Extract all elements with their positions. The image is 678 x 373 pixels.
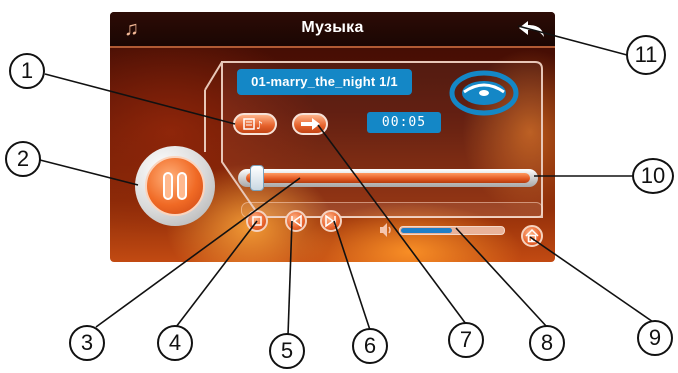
callout-leader-lines: [39, 25, 657, 336]
callout-8: 8: [529, 325, 565, 361]
callout-10: 10: [632, 158, 674, 194]
callout-2: 2: [5, 141, 41, 177]
callout-7: 7: [448, 322, 484, 358]
callout-6: 6: [352, 328, 388, 364]
callout-11: 11: [626, 35, 666, 75]
callout-1: 1: [9, 53, 45, 89]
callout-4: 4: [157, 325, 193, 361]
manual-illustration: ♫ Музыка 01-marry_the_night 1/1 ♪ 00:05 …: [0, 0, 678, 373]
callout-5: 5: [269, 333, 305, 369]
callout-9: 9: [637, 320, 673, 356]
callout-3: 3: [69, 325, 105, 361]
